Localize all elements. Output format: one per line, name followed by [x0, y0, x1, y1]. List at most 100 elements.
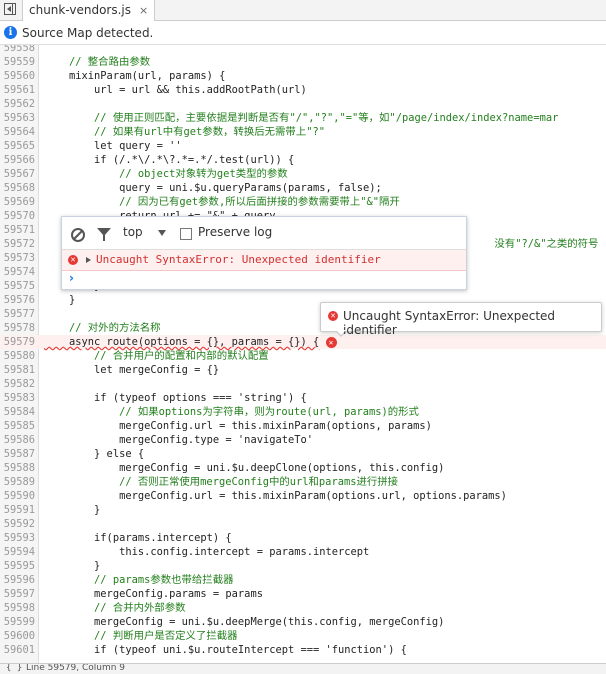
line-number[interactable]: 59599 [0, 615, 35, 629]
code-line[interactable]: 59599 mergeConfig = uni.$u.deepMerge(thi… [0, 615, 606, 629]
code-line[interactable]: 59584 // 如果options为字符串，则为route(url, para… [0, 405, 606, 419]
code-line[interactable]: 59559 // 整合路由参数 [0, 55, 606, 69]
code-line[interactable]: 59567 // object对象转为get类型的参数 [0, 167, 606, 181]
code-line[interactable]: 59589 // 否则正常使用mergeConfig中的url和params进行… [0, 475, 606, 489]
error-marker-icon[interactable]: ✕ [325, 336, 337, 348]
line-number[interactable]: 59584 [0, 405, 35, 419]
chevron-down-icon[interactable] [158, 230, 166, 236]
line-number[interactable]: 59591 [0, 503, 35, 517]
code-line[interactable]: 59562 [0, 97, 606, 111]
line-number[interactable]: 59585 [0, 419, 35, 433]
code-line[interactable]: 59587 } else { [0, 447, 606, 461]
code-line[interactable]: 59601 if (typeof uni.$u.routeIntercept =… [0, 643, 606, 657]
code-line[interactable]: 59597 mergeConfig.params = params [0, 587, 606, 601]
toggle-navigator-icon[interactable] [4, 3, 16, 15]
line-number[interactable]: 59559 [0, 55, 35, 69]
line-number[interactable]: 59589 [0, 475, 35, 489]
line-number[interactable]: 59594 [0, 545, 35, 559]
code-line[interactable]: 59568 query = uni.$u.queryParams(params,… [0, 181, 606, 195]
line-number[interactable]: 59596 [0, 573, 35, 587]
code-line[interactable]: 59585 mergeConfig.url = this.mixinParam(… [0, 419, 606, 433]
line-number[interactable]: 59593 [0, 531, 35, 545]
line-number[interactable]: 59580 [0, 349, 35, 363]
line-number[interactable]: 59577 [0, 307, 35, 321]
code-line[interactable]: 59583 if (typeof options === 'string') { [0, 391, 606, 405]
code-line[interactable]: 59593 if(params.intercept) { [0, 531, 606, 545]
line-number[interactable]: 59572 [0, 237, 35, 251]
console-prompt-icon[interactable]: › [69, 271, 74, 285]
line-number[interactable]: 59569 [0, 195, 35, 209]
code-line[interactable]: 59594 this.config.intercept = params.int… [0, 545, 606, 559]
code-line[interactable]: 59566 if (/.*\/.*\?.*=.*/.test(url)) { [0, 153, 606, 167]
expand-triangle-icon[interactable] [86, 257, 91, 263]
code-line[interactable]: 59596 // params参数也带给拦截器 [0, 573, 606, 587]
code-line[interactable]: 59580 // 合并用户的配置和内部的默认配置 [0, 349, 606, 363]
line-number[interactable]: 59578 [0, 321, 35, 335]
line-number[interactable]: 59588 [0, 461, 35, 475]
clear-console-icon[interactable] [71, 228, 85, 242]
code-text: } [44, 504, 101, 516]
line-number[interactable]: 59575 [0, 279, 35, 293]
code-line[interactable]: 59590 mergeConfig.url = this.mixinParam(… [0, 489, 606, 503]
code-line[interactable]: 59592 [0, 517, 606, 531]
code-text: mergeConfig.url = this.mixinParam(option… [44, 490, 507, 502]
line-number[interactable]: 59573 [0, 251, 35, 265]
line-number[interactable]: 59582 [0, 377, 35, 391]
code-line[interactable]: 59588 mergeConfig = uni.$u.deepClone(opt… [0, 461, 606, 475]
code-text: // 判断用户是否定义了拦截器 [44, 630, 238, 642]
code-line[interactable]: 59586 mergeConfig.type = 'navigateTo' [0, 433, 606, 447]
line-number[interactable]: 59592 [0, 517, 35, 531]
line-number[interactable]: 59558 [0, 45, 35, 55]
code-text: mergeConfig.url = this.mixinParam(option… [44, 420, 432, 432]
line-number[interactable]: 59598 [0, 601, 35, 615]
code-line[interactable]: 59569 // 因为已有get参数,所以后面拼接的参数需要带上"&"隔开 [0, 195, 606, 209]
line-number[interactable]: 59581 [0, 363, 35, 377]
code-line[interactable]: 59558 [0, 45, 606, 55]
close-tab-icon[interactable]: × [139, 4, 148, 17]
code-line[interactable]: 59563 // 使用正则匹配，主要依据是判断是否有"/","?","="等，如… [0, 111, 606, 125]
line-number[interactable]: 59597 [0, 587, 35, 601]
code-text: } [44, 294, 76, 306]
line-number[interactable]: 59601 [0, 643, 35, 657]
code-line[interactable]: 59582 [0, 377, 606, 391]
context-selector[interactable]: top [123, 225, 143, 239]
code-line[interactable]: 59600 // 判断用户是否定义了拦截器 [0, 629, 606, 643]
line-number[interactable]: 59600 [0, 629, 35, 643]
line-number[interactable]: 59565 [0, 139, 35, 153]
line-number[interactable]: 59587 [0, 447, 35, 461]
pretty-print-icon[interactable]: { } [6, 664, 22, 673]
code-editor[interactable]: 59558 59559 // 整合路由参数 59560 mixinParam(url… [0, 45, 606, 663]
line-number[interactable]: 59562 [0, 97, 35, 111]
code-line-error[interactable]: 59579 async route(options = {}, params =… [0, 335, 606, 349]
line-number[interactable]: 59564 [0, 125, 35, 139]
line-number[interactable]: 59579 [0, 335, 35, 349]
line-number[interactable]: 59590 [0, 489, 35, 503]
code-text: // 合并用户的配置和内部的默认配置 [44, 350, 269, 362]
code-line[interactable]: 59595 } [0, 559, 606, 573]
preserve-log-checkbox[interactable] [180, 228, 192, 240]
line-number[interactable]: 59576 [0, 293, 35, 307]
code-line[interactable]: 59591 } [0, 503, 606, 517]
code-line[interactable]: 59565 let query = '' [0, 139, 606, 153]
line-number[interactable]: 59568 [0, 181, 35, 195]
line-number[interactable]: 59566 [0, 153, 35, 167]
line-number[interactable]: 59586 [0, 433, 35, 447]
code-line[interactable]: 59564 // 如果有url中有get参数，转换后无需带上"?" [0, 125, 606, 139]
line-number[interactable]: 59567 [0, 167, 35, 181]
file-tab[interactable]: chunk-vendors.js × [22, 0, 156, 21]
code-line[interactable]: 59561 url = url && this.addRootPath(url) [0, 83, 606, 97]
line-number[interactable]: 59571 [0, 223, 35, 237]
line-number[interactable]: 59570 [0, 209, 35, 223]
code-line[interactable]: 59560 mixinParam(url, params) { [0, 69, 606, 83]
line-number[interactable]: 59595 [0, 559, 35, 573]
console-error-message[interactable]: ✕ Uncaught SyntaxError: Unexpected ident… [62, 250, 466, 271]
filter-icon[interactable] [97, 228, 111, 241]
line-number[interactable]: 59560 [0, 69, 35, 83]
preserve-log-label[interactable]: Preserve log [198, 225, 272, 239]
code-line[interactable]: 59581 let mergeConfig = {} [0, 363, 606, 377]
line-number[interactable]: 59574 [0, 265, 35, 279]
line-number[interactable]: 59563 [0, 111, 35, 125]
line-number[interactable]: 59561 [0, 83, 35, 97]
line-number[interactable]: 59583 [0, 391, 35, 405]
code-line[interactable]: 59598 // 合并内外部参数 [0, 601, 606, 615]
